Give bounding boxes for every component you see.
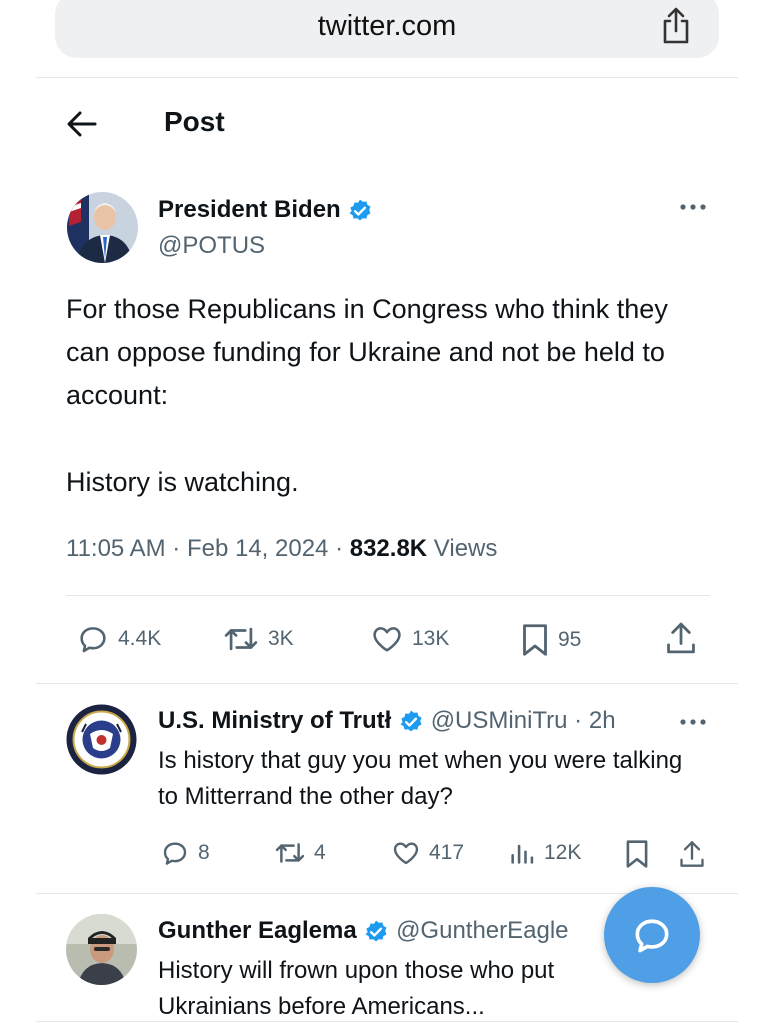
like-count: 13K: [412, 627, 450, 650]
divider: [36, 77, 738, 78]
divider: [36, 1021, 738, 1022]
reply-author-avatar[interactable]: [66, 704, 137, 775]
repost-button[interactable]: 4: [274, 838, 326, 868]
author-avatar[interactable]: [67, 192, 138, 263]
repost-count: 3K: [268, 627, 294, 650]
author-handle[interactable]: @POTUS: [158, 232, 265, 260]
bookmark-icon[interactable]: [624, 838, 650, 870]
reply-time: · 2h: [567, 707, 616, 734]
bookmark-button[interactable]: 95: [520, 622, 581, 658]
share-icon[interactable]: [658, 6, 694, 46]
reply-button[interactable]: 8: [160, 838, 210, 868]
more-icon[interactable]: [679, 717, 707, 727]
repost-count: 4: [314, 841, 326, 864]
views-count: 12K: [544, 841, 582, 864]
verified-badge-icon: [363, 919, 389, 945]
post-text-2: History is watching.: [66, 467, 299, 497]
views-count[interactable]: 832.8K: [350, 535, 427, 562]
reply-text: Is history that guy you met when you wer…: [158, 747, 683, 810]
reply-author-name[interactable]: U.S. Ministry of Trutł: [158, 707, 391, 734]
share-icon[interactable]: [678, 838, 706, 870]
divider: [66, 595, 710, 596]
share-icon[interactable]: [664, 620, 698, 656]
like-icon: [370, 622, 404, 656]
like-button[interactable]: 13K: [370, 622, 449, 656]
reply-icon: [76, 622, 110, 656]
repost-icon: [274, 838, 306, 868]
more-icon[interactable]: [679, 202, 707, 212]
like-count: 417: [429, 841, 465, 864]
views-button[interactable]: 12K: [508, 838, 581, 868]
back-arrow-icon[interactable]: [67, 110, 97, 138]
reply-icon: [160, 838, 190, 868]
post-timestamp: 11:05 AM · Feb 14, 2024 ·: [66, 535, 350, 562]
compose-reply-button[interactable]: [604, 887, 700, 983]
reply-author-name[interactable]: Gunther Eaglema: [158, 917, 357, 944]
like-button[interactable]: 417: [391, 838, 464, 868]
repost-button[interactable]: 3K: [222, 622, 294, 656]
repost-icon: [222, 622, 260, 656]
verified-badge-icon: [398, 709, 424, 735]
page-title: Post: [164, 106, 225, 137]
reply-author-handle[interactable]: @USMiniTru: [431, 707, 568, 734]
views-icon: [508, 838, 536, 868]
like-icon: [391, 838, 421, 868]
reply-header: Gunther Eaglema @GuntherEagle: [158, 917, 569, 945]
bookmark-count: 95: [558, 628, 582, 651]
reply-button[interactable]: 4.4K: [76, 622, 161, 656]
reply-header: U.S. Ministry of Trutł @USMiniTru · 2h: [158, 707, 616, 735]
reply-count: 8: [198, 841, 210, 864]
verified-badge-icon: [347, 198, 373, 224]
reply-author-handle[interactable]: @GuntherEagle: [396, 917, 568, 944]
post-meta: 11:05 AM · Feb 14, 2024 · 832.8K Views: [66, 535, 497, 563]
divider: [36, 683, 738, 684]
author-name[interactable]: President Biden: [158, 196, 373, 224]
reply-author-avatar[interactable]: [66, 914, 137, 985]
views-label: Views: [427, 535, 498, 562]
reply-count: 4.4K: [118, 627, 162, 650]
compose-reply-icon: [630, 913, 674, 957]
bookmark-icon: [520, 622, 550, 658]
reply-text: History will frown upon those who put Uk…: [158, 957, 555, 1020]
post-text: For those Republicans in Congress who th…: [66, 294, 668, 410]
